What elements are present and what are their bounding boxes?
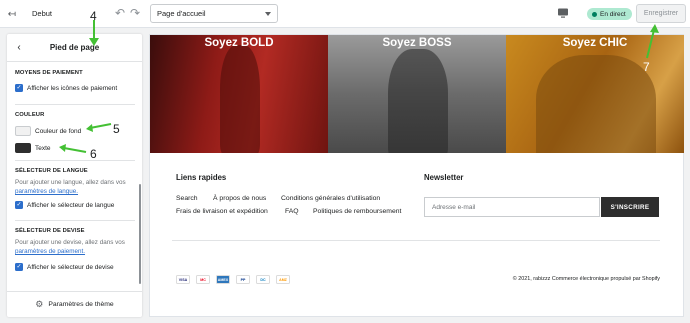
currency-help-text: Pour ajouter une devise, allez dans vos … [15,238,137,256]
diners-club-icon: DC [256,275,270,284]
sidebar-title: Pied de page [49,43,100,52]
sidebar-header: ‹ Pied de page [7,34,142,62]
annotation-number: 6 [90,147,97,161]
settings-sidebar: ‹ Pied de page MOYENS DE PAIEMENT ✓ Affi… [7,34,142,317]
hero-title: Soyez BOSS [382,37,452,49]
gear-icon: ⚙ [35,299,44,309]
undo-button[interactable]: ↶ [113,6,127,20]
currency-section-label: SÉLECTEUR DE DEVISE [15,228,85,234]
language-help-text: Pour ajouter une langue, allez dans vos … [15,178,137,196]
language-section-label: SÉLECTEUR DE LANGUE [15,168,88,174]
background-color-picker[interactable]: Couleur de fond [15,126,81,136]
undo-icon: ↶ [114,6,126,20]
store-footer: Liens rapides Search À propos de nous Co… [150,153,684,318]
mastercard-icon: MC [196,275,210,284]
theme-settings-button[interactable]: ⚙ Paramètres de thème [7,291,142,317]
copyright-text: © 2021, rabizzz Commerce électronique pr… [512,276,660,282]
figure-silhouette [388,49,448,153]
visa-icon: VISA [176,275,190,284]
save-button[interactable]: Enregistrer [636,4,686,23]
annotation-number: 7 [643,60,650,74]
text-color-label: Texte [35,144,51,152]
store-preview: Soyez BOLD Soyez BOSS Soyez CHIC Liens r… [149,34,684,317]
show-language-selector-checkbox[interactable]: ✓ Afficher le sélecteur de langue [15,201,114,209]
footer-link[interactable]: Frais de livraison et expédition [176,208,268,215]
footer-link[interactable]: FAQ [285,208,299,215]
checkbox-label: Afficher les icônes de paiement [27,84,118,92]
checkbox-label: Afficher le sélecteur de langue [27,201,115,209]
show-currency-selector-checkbox[interactable]: ✓ Afficher le sélecteur de devise [15,263,114,271]
theme-settings-label: Paramètres de thème [48,301,114,308]
text-color-picker[interactable]: Texte [15,143,51,153]
newsletter-title: Newsletter [424,173,464,182]
hero-image-bold[interactable]: Soyez BOLD [150,35,328,153]
annotation-number: 5 [113,122,120,136]
checkbox-label: Afficher le sélecteur de devise [27,263,114,271]
annotation-arrow [59,144,87,153]
divider [15,104,135,105]
redo-button[interactable]: ↷ [128,6,142,20]
exit-button[interactable]: ↤ [6,8,18,20]
quick-links-title: Liens rapides [176,173,227,182]
color-section-label: COULEUR [15,112,45,118]
paypal-icon: PP [236,275,250,284]
show-payment-icons-checkbox[interactable]: ✓ Afficher les icônes de paiement [15,84,117,92]
footer-divider [172,240,660,241]
payment-icons: VISA MC AMEX PP DC AMZ [176,275,290,284]
divider [15,220,135,221]
amazon-pay-icon: AMZ [276,275,290,284]
checkmark-icon: ✓ [15,201,23,209]
subscribe-button[interactable]: S'INSCRIRE [601,197,659,217]
hero-title: Soyez BOLD [204,37,274,49]
sidebar-scrollbar[interactable] [139,184,141,284]
footer-link[interactable]: À propos de nous [213,195,266,202]
background-color-swatch[interactable] [15,126,31,136]
footer-link[interactable]: Politiques de remboursement [313,208,401,215]
checkmark-icon: ✓ [15,84,23,92]
amex-icon: AMEX [216,275,230,284]
hero-collage: Soyez BOLD Soyez BOSS Soyez CHIC [150,35,684,153]
desktop-view-icon[interactable] [557,7,569,19]
live-status-label: En direct [600,10,626,18]
figure-silhouette [220,45,260,153]
live-status-badge: En direct [587,8,632,20]
redo-icon: ↷ [129,6,141,20]
hero-image-boss[interactable]: Soyez BOSS [328,35,506,153]
footer-link[interactable]: Search [176,195,198,202]
store-name: Debut [32,9,53,18]
language-settings-link[interactable]: paramètres de langue. [15,188,78,195]
background-color-label: Couleur de fond [35,127,82,135]
sidebar-scroll-area: MOYENS DE PAIEMENT ✓ Afficher les icônes… [7,62,142,290]
annotation-arrow [86,123,112,132]
currency-help-prefix: Pour ajouter une devise, allez dans vos [15,239,125,246]
payment-section-label: MOYENS DE PAIEMENT [15,70,83,76]
checkmark-icon: ✓ [15,263,23,271]
live-dot-icon [592,11,597,17]
page-select-value: Page d'accueil [157,9,206,18]
chevron-down-icon [265,11,271,16]
payment-settings-link[interactable]: paramètres de paiement. [15,248,85,255]
language-help-prefix: Pour ajouter une langue, allez dans vos [15,179,126,186]
exit-icon: ↤ [7,8,17,20]
page-select[interactable]: Page d'accueil [150,4,278,23]
footer-link[interactable]: Conditions générales d'utilisation [281,195,380,202]
annotation-arrow [646,24,659,59]
divider [15,160,135,161]
text-color-swatch[interactable] [15,143,31,153]
figure-silhouette [536,55,656,153]
newsletter-email-input[interactable]: Adresse e-mail [424,197,600,217]
annotation-arrow [89,20,99,46]
